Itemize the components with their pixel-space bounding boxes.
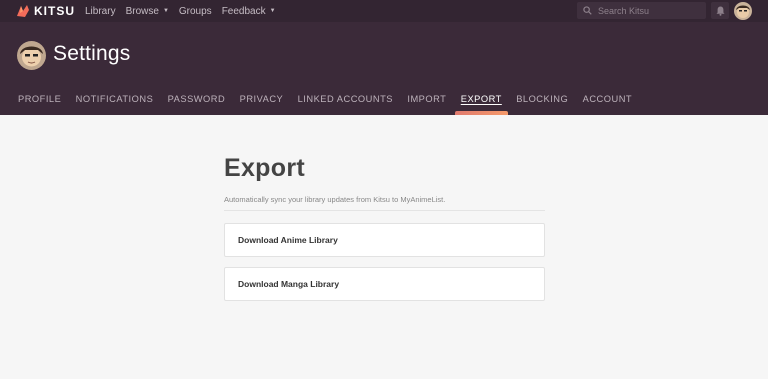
search-input[interactable]: Search Kitsu bbox=[577, 2, 706, 19]
nav-library-label: Library bbox=[85, 5, 116, 17]
kitsu-fox-icon bbox=[17, 5, 29, 17]
settings-tabs: PROFILE NOTIFICATIONS PASSWORD PRIVACY L… bbox=[18, 94, 647, 115]
nav-feedback-dropdown[interactable]: Feedback ▼ bbox=[222, 6, 276, 17]
tab-account[interactable]: ACCOUNT bbox=[583, 94, 632, 104]
download-manga-library-button[interactable]: Download Manga Library bbox=[224, 267, 545, 301]
kitsu-logo[interactable]: KITSU bbox=[16, 4, 75, 18]
page-title: Settings bbox=[53, 42, 131, 65]
nav-browse-dropdown[interactable]: Browse ▼ bbox=[126, 6, 169, 17]
nav-browse-label: Browse bbox=[125, 5, 159, 17]
chevron-down-icon: ▼ bbox=[162, 8, 169, 14]
search-icon bbox=[583, 6, 592, 15]
kitsu-wordmark: KITSU bbox=[34, 4, 75, 18]
tab-profile[interactable]: PROFILE bbox=[18, 94, 61, 104]
bell-icon bbox=[716, 6, 724, 16]
notifications-button[interactable] bbox=[711, 2, 729, 19]
profile-avatar bbox=[17, 41, 46, 70]
nav-feedback-label: Feedback bbox=[221, 5, 266, 17]
avatar-image bbox=[734, 2, 752, 20]
top-navigation-bar: KITSU Library Browse ▼ Groups Feedback ▼… bbox=[0, 0, 768, 22]
download-anime-library-button[interactable]: Download Anime Library bbox=[224, 223, 545, 257]
settings-header: Settings PROFILE NOTIFICATIONS PASSWORD … bbox=[0, 22, 768, 115]
tab-blocking[interactable]: BLOCKING bbox=[516, 94, 568, 104]
divider bbox=[224, 210, 545, 211]
nav-groups-label: Groups bbox=[178, 5, 212, 17]
chevron-down-icon: ▼ bbox=[269, 8, 276, 14]
nav-library-link[interactable]: Library bbox=[85, 6, 116, 17]
search-placeholder: Search Kitsu bbox=[598, 5, 650, 16]
tab-import[interactable]: IMPORT bbox=[407, 94, 446, 104]
user-avatar[interactable] bbox=[734, 2, 752, 20]
export-panel: Export Automatically sync your library u… bbox=[224, 154, 545, 301]
avatar-image bbox=[17, 41, 46, 70]
section-title: Export bbox=[224, 154, 305, 182]
tab-password[interactable]: PASSWORD bbox=[168, 94, 226, 104]
nav-groups-link[interactable]: Groups bbox=[179, 6, 212, 17]
section-description: Automatically sync your library updates … bbox=[224, 195, 446, 204]
tab-privacy[interactable]: PRIVACY bbox=[240, 94, 284, 104]
tab-notifications[interactable]: NOTIFICATIONS bbox=[76, 94, 154, 104]
tab-linked-accounts[interactable]: LINKED ACCOUNTS bbox=[298, 94, 393, 104]
tab-export[interactable]: EXPORT bbox=[454, 94, 508, 115]
